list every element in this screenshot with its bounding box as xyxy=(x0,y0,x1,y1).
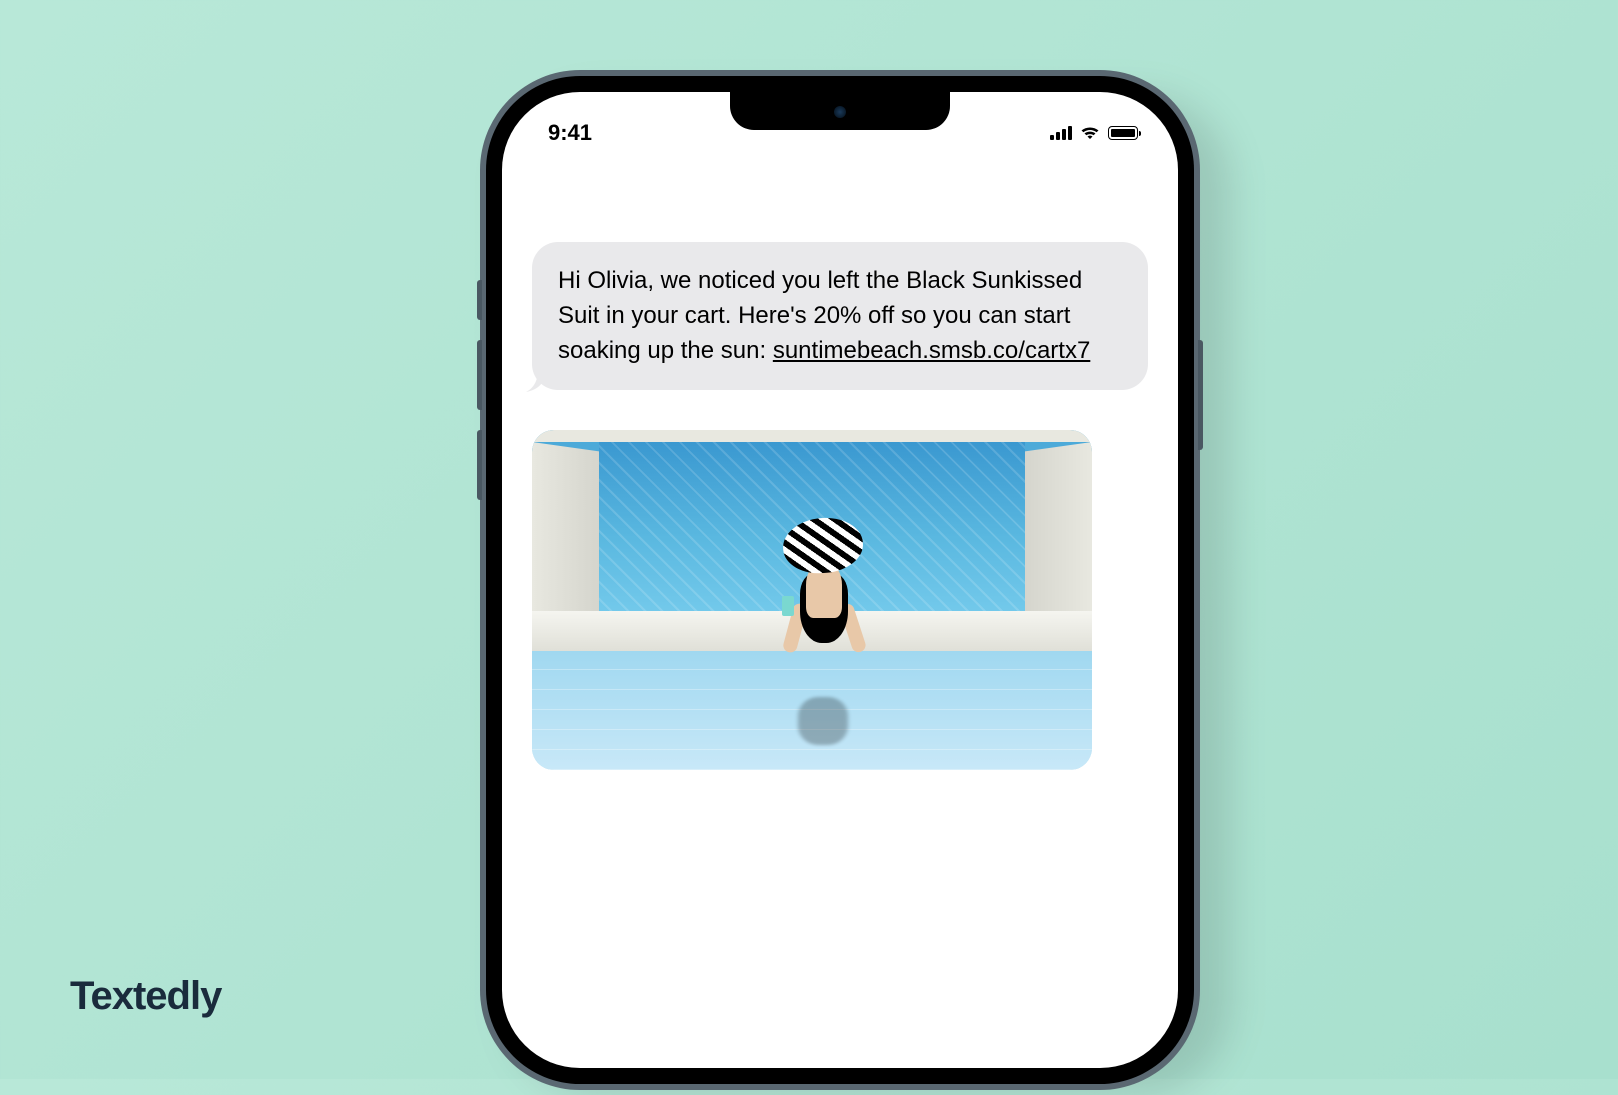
message-link[interactable]: suntimebeach.smsb.co/cartx7 xyxy=(773,337,1090,364)
wifi-icon xyxy=(1080,126,1100,141)
phone-notch xyxy=(730,92,950,130)
phone-mockup: 9:41 Hi Olivia, we noticed you xyxy=(480,70,1200,1090)
mms-image-attachment[interactable] xyxy=(532,430,1092,770)
brand-logo: Textedly xyxy=(70,974,221,1019)
battery-icon xyxy=(1108,126,1138,140)
phone-screen: 9:41 Hi Olivia, we noticed you xyxy=(502,92,1178,1068)
sms-message-bubble[interactable]: Hi Olivia, we noticed you left the Black… xyxy=(532,242,1148,390)
cellular-signal-icon xyxy=(1050,126,1072,140)
status-time: 9:41 xyxy=(548,120,592,146)
